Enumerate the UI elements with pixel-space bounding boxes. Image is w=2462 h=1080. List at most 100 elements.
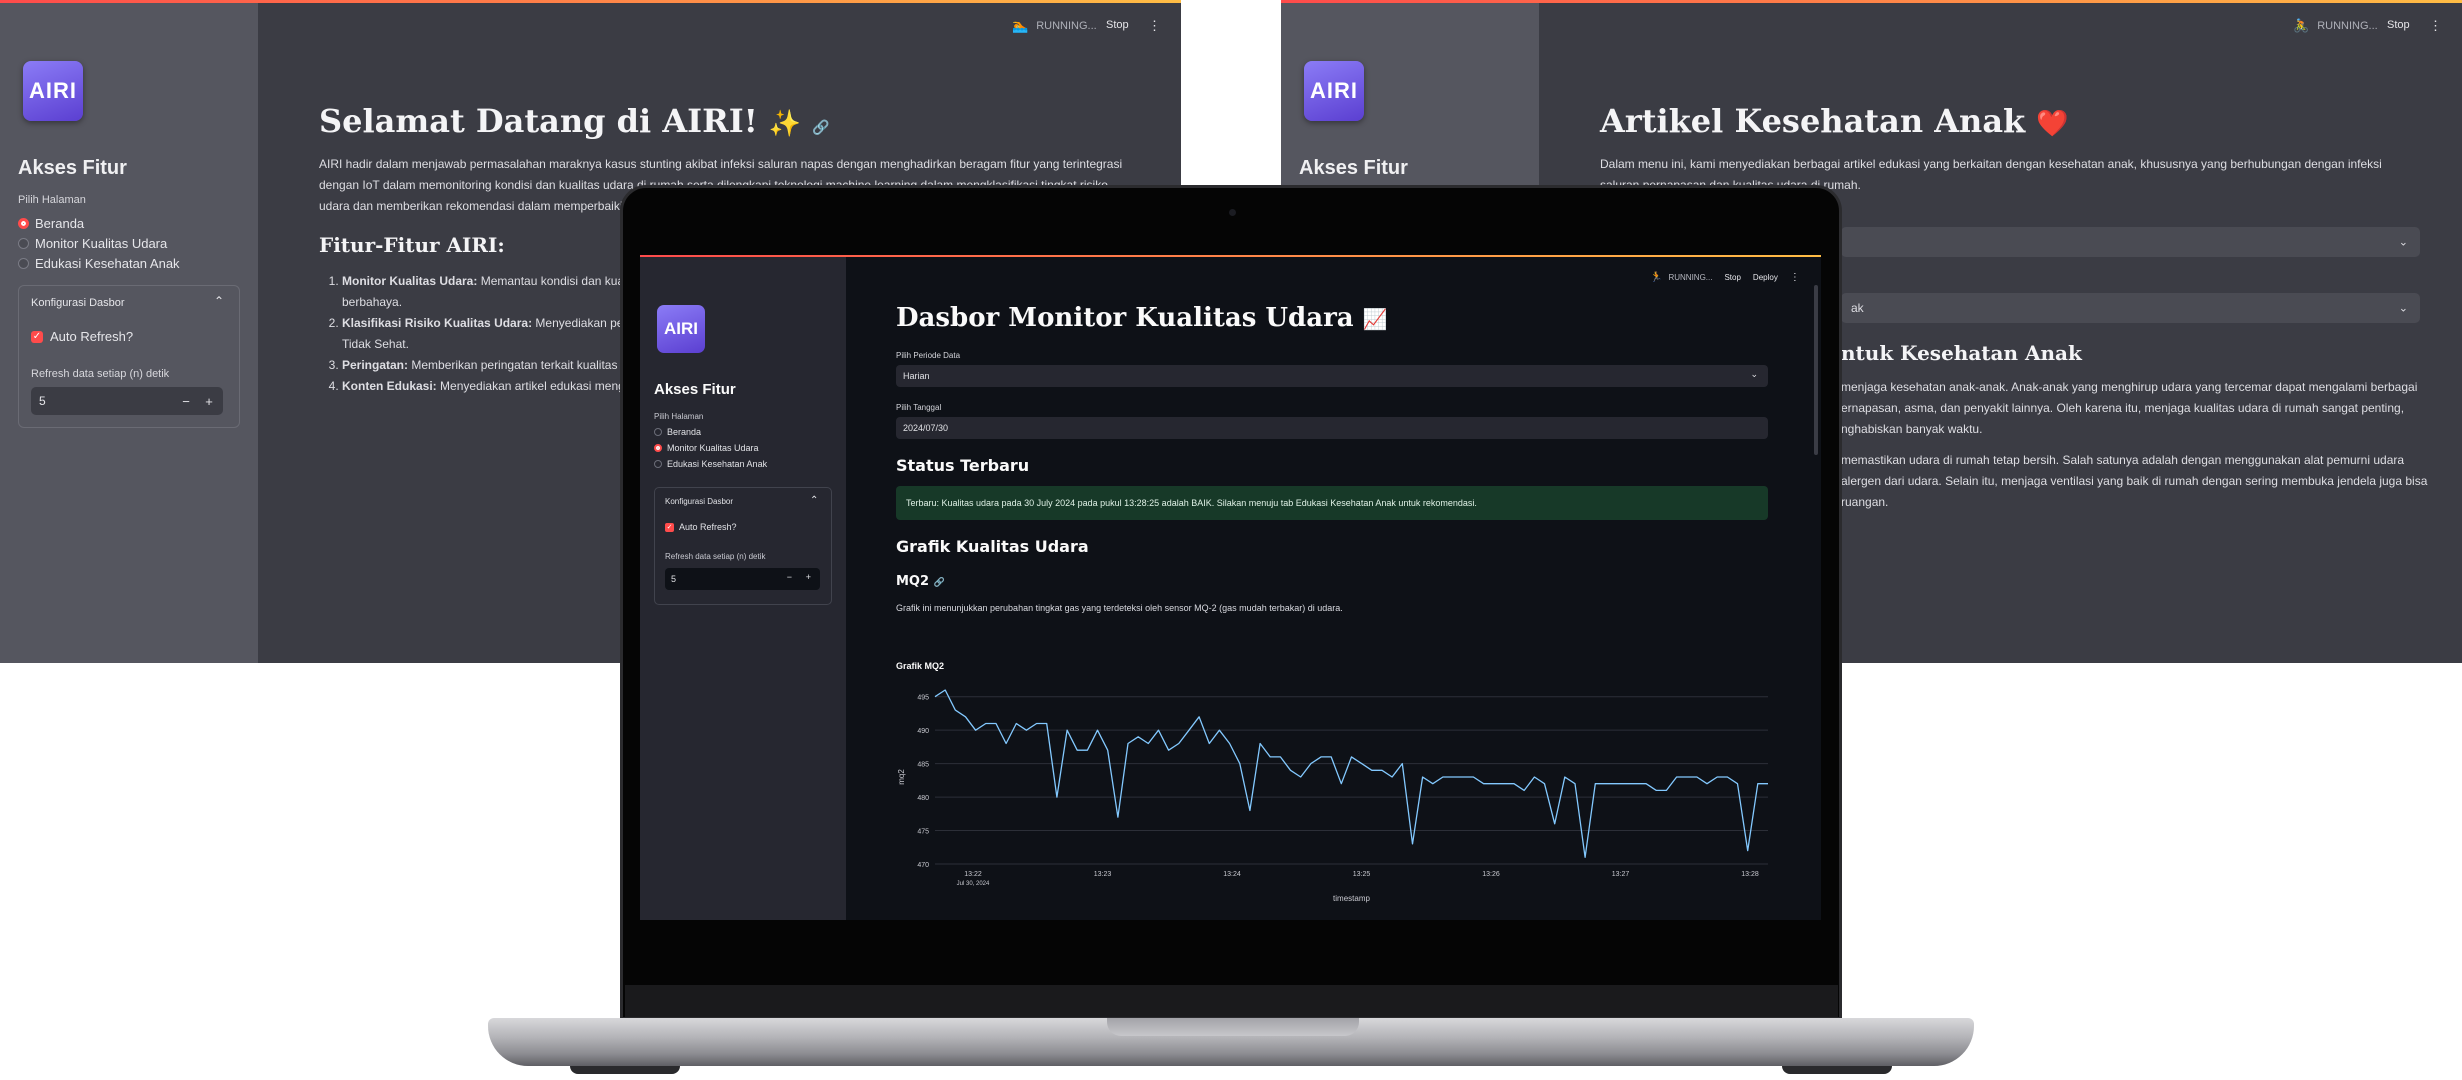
link-icon[interactable]: 🔗 bbox=[934, 578, 945, 588]
radio-icon bbox=[18, 258, 29, 269]
config-title[interactable]: Konfigurasi Dasbor bbox=[31, 297, 125, 309]
feature-desc: Memantau kondisi dan kualita bbox=[480, 274, 640, 288]
article-subheading: ntuk Kesehatan Anak bbox=[1841, 341, 2082, 365]
stop-button[interactable]: Stop bbox=[2387, 19, 2410, 31]
x-tick-label: 13:24 bbox=[1223, 871, 1241, 878]
article-select[interactable]: ak ⌄ bbox=[1841, 293, 2420, 323]
sparkle-icon: ✨ bbox=[768, 109, 802, 139]
chart-title: Grafik MQ2 bbox=[896, 661, 944, 671]
chevron-down-icon: ⌄ bbox=[2398, 236, 2408, 249]
x-tick-label: 13:22 bbox=[964, 871, 982, 878]
top-decoration bbox=[1281, 0, 2462, 3]
radio-label: Beranda bbox=[667, 427, 702, 437]
laptop-foot bbox=[570, 1066, 680, 1074]
laptop-chin bbox=[625, 985, 1838, 1017]
increment-button[interactable]: + bbox=[806, 572, 811, 582]
page-title-text: Artikel Kesehatan Anak bbox=[1600, 102, 2026, 140]
refresh-value: 5 bbox=[39, 394, 46, 408]
page-title-text: Selamat Datang di AIRI! bbox=[319, 102, 758, 140]
increment-button[interactable]: + bbox=[198, 387, 220, 415]
page-select-label: Pilih Halaman bbox=[654, 412, 704, 421]
x-tick-label: 13:25 bbox=[1353, 871, 1371, 878]
auto-refresh-checkbox[interactable]: ✓ Auto Refresh? bbox=[31, 329, 133, 344]
feature-desc: Memberikan peringatan terkait kualitas u… bbox=[411, 358, 635, 372]
radio-label: Monitor Kualitas Udara bbox=[667, 443, 759, 453]
period-select[interactable]: Harian ⌄ bbox=[896, 365, 1768, 387]
x-tick-label: 13:27 bbox=[1612, 871, 1630, 878]
deploy-button[interactable]: Deploy bbox=[1753, 273, 1778, 282]
refresh-value: 5 bbox=[671, 574, 677, 584]
feature-name: Klasifikasi Risiko Kualitas Udara: bbox=[342, 316, 533, 330]
radio-monitor[interactable]: Monitor Kualitas Udara bbox=[18, 236, 167, 251]
period-value: Harian bbox=[903, 371, 930, 381]
header-status: 🚴 RUNNING... bbox=[2293, 18, 2378, 34]
sidebar-title: Akses Fitur bbox=[654, 381, 736, 398]
page-select-label: Pilih Halaman bbox=[18, 194, 86, 206]
scrollbar[interactable] bbox=[1814, 285, 1818, 455]
refresh-number-input[interactable]: 5 − + bbox=[665, 568, 820, 590]
main-menu-icon[interactable]: ⋮ bbox=[1790, 272, 1800, 283]
x-tick-label: 13:28 bbox=[1741, 871, 1759, 878]
date-input[interactable]: 2024/07/30 bbox=[896, 417, 1768, 439]
radio-edukasi[interactable]: Edukasi Kesehatan Anak bbox=[654, 459, 767, 469]
main-menu-icon[interactable]: ⋮ bbox=[1148, 18, 1161, 34]
heart-icon: ❤️ bbox=[2036, 109, 2069, 139]
decrement-button[interactable]: − bbox=[787, 572, 792, 582]
stop-button[interactable]: Stop bbox=[1724, 273, 1740, 282]
header-bar: 🏃 RUNNING... Stop Deploy ⋮ bbox=[1650, 272, 1800, 283]
page-title-text: Dasbor Monitor Kualitas Udara bbox=[896, 303, 1354, 333]
radio-edukasi[interactable]: Edukasi Kesehatan Anak bbox=[18, 256, 180, 271]
chart-heading: Grafik Kualitas Udara bbox=[896, 537, 1089, 556]
chevron-up-icon[interactable]: ⌃ bbox=[214, 294, 224, 308]
mq2-line-chart: Grafik MQ2 470 475 480 485 490 495 13:22 13:23 13… bbox=[896, 661, 1768, 903]
running-icon: 🏃 bbox=[1650, 272, 1663, 283]
status-heading: Status Terbaru bbox=[896, 456, 1030, 475]
paragraph-line: ernapasan, asma, dan penyakit lainnya. O… bbox=[1841, 401, 2405, 415]
top-decoration bbox=[0, 0, 1181, 3]
auto-refresh-checkbox[interactable]: ✓ Auto Refresh? bbox=[665, 522, 737, 532]
y-tick-label: 475 bbox=[917, 829, 929, 836]
laptop-foot bbox=[1782, 1066, 1892, 1074]
camera-icon bbox=[1229, 209, 1236, 216]
running-status: RUNNING... bbox=[2317, 20, 2378, 32]
checkbox-label: Auto Refresh? bbox=[50, 329, 134, 344]
feature-name: Konten Edukasi: bbox=[342, 379, 437, 393]
status-message: Terbaru: Kualitas udara pada 30 July 202… bbox=[906, 498, 1477, 508]
radio-selected-icon bbox=[654, 444, 662, 452]
feature-desc-cont: Tidak Sehat. bbox=[342, 337, 409, 351]
running-status: RUNNING... bbox=[1036, 20, 1097, 32]
radio-monitor[interactable]: Monitor Kualitas Udara bbox=[654, 443, 759, 453]
x-tick-label: 13:26 bbox=[1482, 871, 1500, 878]
refresh-label: Refresh data setiap (n) detik bbox=[665, 552, 766, 561]
x-tick-label: 13:23 bbox=[1094, 871, 1112, 878]
status-alert: Terbaru: Kualitas udara pada 30 July 202… bbox=[896, 486, 1768, 520]
top-decoration bbox=[640, 255, 1821, 257]
chevron-up-icon[interactable]: ⌃ bbox=[810, 495, 818, 506]
main-menu-icon[interactable]: ⋮ bbox=[2429, 18, 2442, 34]
header-status: 🏊 RUNNING... bbox=[1012, 18, 1097, 34]
checkbox-label: Auto Refresh? bbox=[679, 522, 737, 532]
stop-button[interactable]: Stop bbox=[1106, 19, 1129, 31]
refresh-number-input[interactable]: 5 − + bbox=[31, 387, 223, 415]
y-tick-label: 485 bbox=[917, 762, 929, 769]
radio-beranda[interactable]: Beranda bbox=[654, 427, 701, 437]
feature-name: Peringatan: bbox=[342, 358, 409, 372]
radio-beranda[interactable]: Beranda bbox=[18, 216, 84, 231]
x-tick-sublabel: Jul 30, 2024 bbox=[957, 881, 990, 887]
radio-label: Edukasi Kesehatan Anak bbox=[667, 459, 768, 469]
laptop-notch bbox=[1107, 1018, 1359, 1036]
mq2-heading: MQ2 🔗 bbox=[896, 574, 945, 589]
config-title[interactable]: Konfigurasi Dasbor bbox=[665, 497, 733, 506]
link-icon[interactable]: 🔗 bbox=[812, 120, 829, 136]
airi-logo: AIRI bbox=[657, 305, 705, 353]
decrement-button[interactable]: − bbox=[175, 387, 197, 415]
article-paragraph-1: menjaga kesehatan anak-anak. Anak-anak y… bbox=[1841, 377, 2441, 440]
article-category-select[interactable]: ⌄ bbox=[1841, 227, 2420, 257]
chevron-down-icon: ⌄ bbox=[2398, 302, 2408, 315]
radio-label: Monitor Kualitas Udara bbox=[35, 236, 168, 251]
check-icon: ✓ bbox=[665, 522, 674, 532]
chevron-down-icon: ⌄ bbox=[1750, 369, 1758, 379]
page-title: Dasbor Monitor Kualitas Udara 📈 bbox=[896, 303, 1388, 333]
paragraph-line: alergen dari udara. Selain itu, menjaga … bbox=[1841, 474, 2428, 488]
article-paragraph-2: memastikan udara di rumah tetap bersih. … bbox=[1841, 450, 2441, 513]
